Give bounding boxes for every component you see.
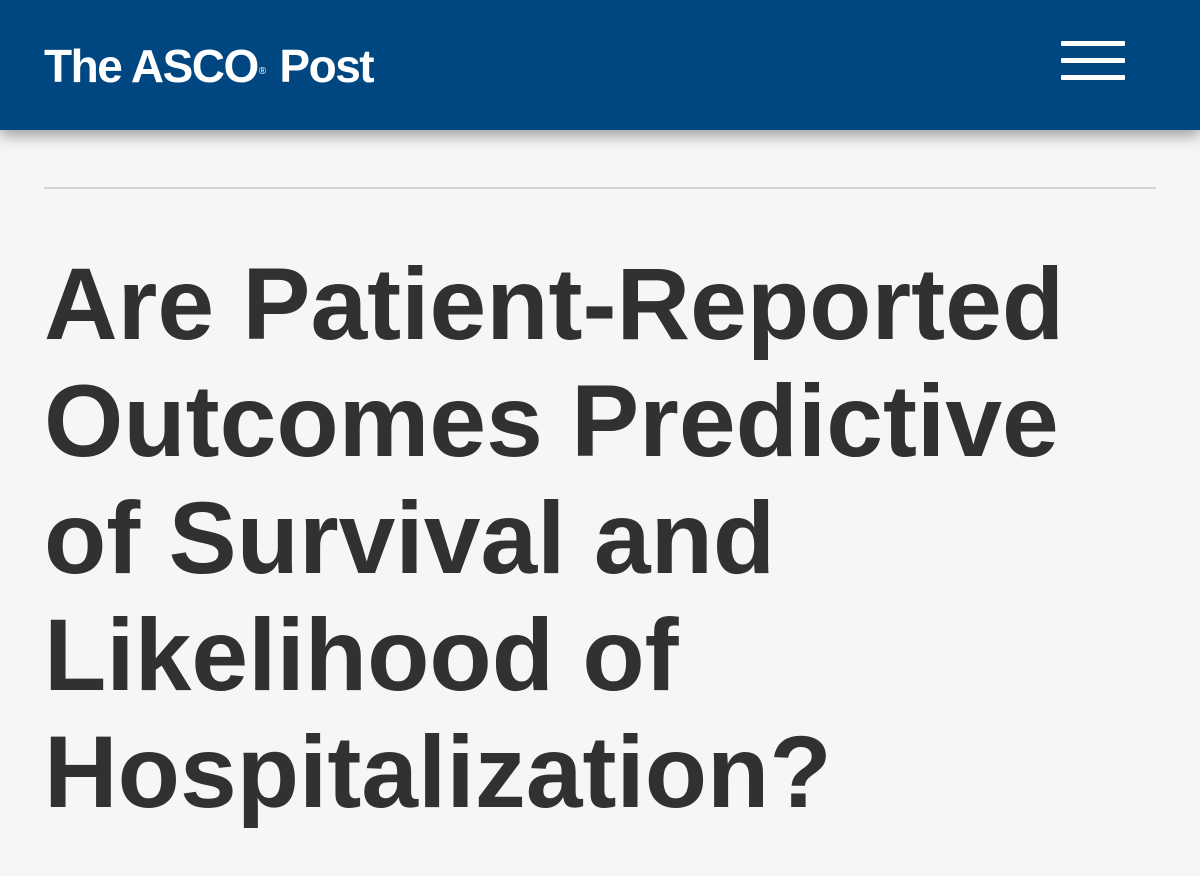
article-title: Are Patient-Reported Outcomes Predictive… bbox=[44, 247, 1065, 829]
site-header: The ASCO® Post bbox=[0, 0, 1200, 130]
menu-bar-middle bbox=[1061, 58, 1125, 63]
logo-text-prefix: The ASCO bbox=[44, 40, 259, 92]
content-divider bbox=[44, 187, 1156, 189]
menu-bar-top bbox=[1061, 41, 1125, 46]
logo-registered-mark: ® bbox=[258, 66, 267, 77]
menu-bar-bottom bbox=[1061, 75, 1125, 80]
logo-text-suffix: Post bbox=[268, 40, 374, 92]
hamburger-menu-icon[interactable] bbox=[1058, 38, 1128, 84]
site-logo[interactable]: The ASCO® Post bbox=[44, 38, 375, 94]
